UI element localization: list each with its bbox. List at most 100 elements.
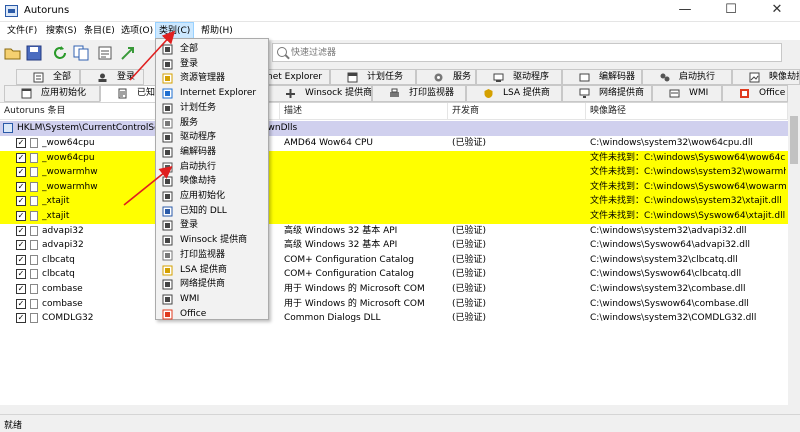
close-button[interactable]: ✕ [754,0,800,22]
print-monitor-icon [162,250,173,261]
category-menu-item[interactable]: 全部 [158,42,266,57]
jump-icon[interactable] [119,44,137,62]
column-publisher[interactable]: 开发商 [448,103,586,120]
tab-winsock[interactable]: Winsock 提供商 [268,85,372,102]
category-menu-item[interactable]: 计划任务 [158,101,266,116]
column-description[interactable]: 描述 [280,103,448,120]
entry-description: Common Dialogs DLL [284,313,381,324]
refresh-icon[interactable] [51,44,69,62]
category-menu-item[interactable]: Winsock 提供商 [158,233,266,248]
open-icon[interactable] [4,44,22,62]
tab-appinit[interactable]: 应用初始化 [4,85,100,102]
enable-checkbox[interactable]: ✓ [16,167,26,178]
category-menu-item[interactable]: 登录 [158,218,266,233]
group-row[interactable]: HKLM\System\CurrentControlSet\C ownDlls [0,121,788,136]
enable-checkbox[interactable]: ✓ [16,138,26,148]
knowndlls-icon [117,88,128,99]
winsock-icon [285,88,296,99]
entry-image-path: C:\windows\Syswow64\combase.dll [590,298,749,309]
enable-checkbox[interactable]: ✓ [16,240,26,251]
tab-network-providers[interactable]: 网络提供商 [562,85,652,102]
table-row[interactable]: ✓ clbcatq COM+ Configuration Catalog (已验证) C… [0,267,788,282]
enable-checkbox[interactable]: ✓ [16,269,26,280]
table-row[interactable]: ✓ _xtajit 文件未找到：C:\windows\Syswow64\xtajit… [0,209,788,224]
menu-entry[interactable]: 条目(E) [81,22,118,40]
enable-checkbox[interactable]: ✓ [16,196,26,207]
scheduled-task-icon [162,103,173,114]
table-row[interactable]: ✓ combase 用于 Windows 的 Microsoft COM (已验证) C… [0,282,788,297]
table-row[interactable]: ✓ _wowarmhw 文件未找到：C:\windows\Syswow64\wowa… [0,179,788,195]
tab-known-dlls[interactable]: 已知的 [100,85,160,102]
enable-checkbox[interactable]: ✓ [16,225,26,236]
tab-print-monitors[interactable]: 打印监视器 [372,85,466,102]
vertical-scrollbar[interactable] [788,102,800,405]
quick-filter-input[interactable] [291,46,771,60]
category-menu-item[interactable]: 服务 [158,116,266,131]
print-monitor-icon [389,88,400,99]
menu-options[interactable]: 选项(O) [118,22,156,40]
tab-office[interactable]: Office [722,85,788,102]
appinit-icon [21,88,32,99]
entry-description: AMD64 Wow64 CPU [284,138,374,148]
enable-checkbox[interactable]: ✓ [16,284,26,294]
category-menu-item[interactable]: 已知的 DLL [158,204,266,219]
category-menu-item[interactable]: Internet Explorer [158,86,266,101]
properties-icon[interactable] [96,44,114,62]
copy-icon[interactable] [72,44,90,62]
category-menu-item[interactable]: Office [158,307,266,322]
office-icon [739,88,750,99]
category-menu-item[interactable]: 登录 [158,57,266,72]
column-image-path[interactable]: 映像路径 [586,103,788,120]
table-row[interactable]: ✓ advapi32 高级 Windows 32 基本 API (已验证) C:\win… [0,224,788,239]
category-menu-item[interactable]: 资源管理器 [158,71,266,86]
entry-description [284,165,446,179]
table-row[interactable]: ✓ _wow64cpu 文件未找到：C:\windows\Syswow64\wow6… [0,150,788,166]
table-row[interactable]: ✓ COMDLG32 Common Dialogs DLL (已验证) C:\windo… [0,311,788,326]
entry-publisher [452,194,584,208]
category-menu-item[interactable]: WMI [158,292,266,307]
table-row[interactable]: ✓ advapi32 高级 Windows 32 基本 API (已验证) C:\win… [0,238,788,253]
category-menu-item[interactable]: 应用初始化 [158,189,266,204]
maximize-button[interactable]: ☐ [708,0,754,22]
minimize-button[interactable]: — [662,0,708,22]
category-menu-item[interactable]: 编解码器 [158,145,266,160]
table-row[interactable]: ✓ _wowarmhw 文件未找到：C:\windows\system32\wowa… [0,165,788,180]
table-row[interactable]: ✓ _wow64cpu AMD64 Wow64 CPU (已验证) C:\windows… [0,136,788,151]
menu-file[interactable]: 文件(F) [4,22,40,40]
tab-lsa[interactable]: LSA 提供商 [466,85,562,102]
category-menu-item[interactable]: 网络提供商 [158,277,266,292]
file-icon [30,298,38,309]
tab-drivers[interactable]: 驱动程序 [476,69,562,85]
tab-logon[interactable]: 登录 [80,69,144,85]
enable-checkbox[interactable]: ✓ [16,254,26,265]
tab-wmi[interactable]: WMI [652,85,722,102]
category-menu-item[interactable]: 驱动程序 [158,130,266,145]
list-header: Autoruns 条目 描述 开发商 映像路径 [0,103,788,120]
quick-filter-box[interactable] [272,43,782,62]
enable-checkbox[interactable]: ✓ [16,211,26,221]
enable-checkbox[interactable]: ✓ [16,152,26,163]
entry-description [284,151,446,165]
scrollbar-thumb[interactable] [790,116,798,164]
category-menu-item[interactable]: 打印监视器 [158,248,266,263]
enable-checkbox[interactable]: ✓ [16,181,26,192]
category-menu-item[interactable]: 映像劫持 [158,174,266,189]
tab-services[interactable]: 服务 [416,69,476,85]
entry-publisher: (已验证) [452,269,487,280]
entry-publisher: (已验证) [452,313,487,324]
enable-checkbox[interactable]: ✓ [16,298,26,309]
table-row[interactable]: ✓ combase 用于 Windows 的 Microsoft COM (已验证) C… [0,297,788,312]
category-menu-item[interactable]: 启动执行 [158,160,266,175]
tab-boot-execute[interactable]: 启动执行 [642,69,732,85]
tab-image-hijacks[interactable]: 映像劫持 [732,69,800,85]
table-row[interactable]: ✓ clbcatq COM+ Configuration Catalog (已验证) C… [0,253,788,268]
tab-all[interactable]: 全部 [16,69,80,85]
enable-checkbox[interactable]: ✓ [16,313,26,324]
category-menu-item[interactable]: LSA 提供商 [158,263,266,278]
menu-search[interactable]: 搜索(S) [43,22,80,40]
entry-publisher: (已验证) [452,138,487,148]
save-icon[interactable] [25,44,43,62]
tab-scheduled-tasks[interactable]: 计划任务 [330,69,416,85]
tab-codecs[interactable]: 编解码器 [562,69,642,85]
table-row[interactable]: ✓ _xtajit 文件未找到：C:\windows\system32\xtajit… [0,194,788,209]
